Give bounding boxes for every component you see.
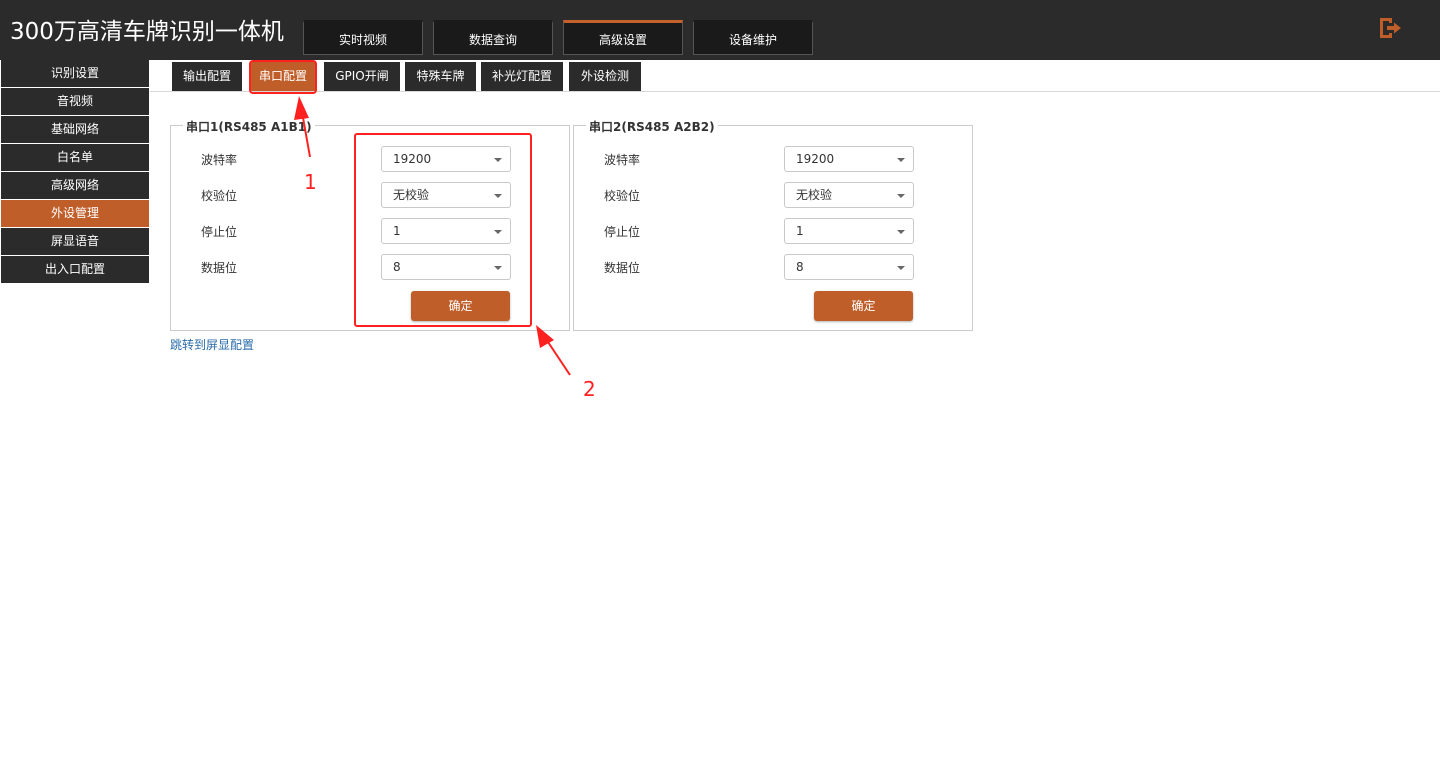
header: 300万高清车牌识别一体机 实时视频 数据查询 高级设置 设备维护	[0, 0, 1440, 60]
sidebar-item-entrance-exit-config[interactable]: 出入口配置	[1, 256, 149, 284]
sidebar-item-basic-network[interactable]: 基础网络	[1, 116, 149, 144]
serial1-baud-label: 波特率	[201, 153, 238, 167]
serial1-parity-select[interactable]: 无校验	[381, 182, 511, 208]
serial2-baud-value: 19200	[796, 152, 835, 166]
serial2-data-value: 8	[796, 260, 804, 274]
chevron-down-icon	[494, 194, 502, 198]
serial2-baud-select[interactable]: 19200	[784, 146, 914, 172]
serial1-title: 串口1(RS485 A1B1)	[183, 118, 315, 135]
serial2-baud-label: 波特率	[604, 153, 641, 167]
serial2-data-select[interactable]: 8	[784, 254, 914, 280]
serial1-parity-value: 无校验	[393, 188, 430, 202]
serial2-parity-value: 无校验	[796, 188, 833, 202]
tab-advanced-settings[interactable]: 高级设置	[563, 20, 683, 55]
jump-to-display-config-link[interactable]: 跳转到屏显配置	[170, 336, 254, 353]
subtab-gpio-gate[interactable]: GPIO开闸	[324, 62, 400, 91]
chevron-down-icon	[897, 158, 905, 162]
sidebar: 识别设置 音视频 基础网络 白名单 高级网络 外设管理 屏显语音 出入口配置	[1, 60, 149, 284]
serial1-parity-label: 校验位	[201, 189, 238, 203]
chevron-down-icon	[494, 158, 502, 162]
serial2-title: 串口2(RS485 A2B2)	[586, 118, 718, 135]
subtab-special-plate[interactable]: 特殊车牌	[405, 62, 476, 91]
sidebar-item-audio-video[interactable]: 音视频	[1, 88, 149, 116]
sidebar-item-display-voice[interactable]: 屏显语音	[1, 228, 149, 256]
serial2-confirm-button[interactable]: 确定	[814, 291, 913, 321]
serial1-baud-value: 19200	[393, 152, 432, 166]
logout-icon[interactable]	[1378, 17, 1402, 39]
serial2-data-label: 数据位	[604, 261, 641, 275]
chevron-down-icon	[494, 266, 502, 270]
annotation-arrow-2	[536, 325, 571, 376]
serial1-stop-label: 停止位	[201, 225, 238, 239]
chevron-down-icon	[494, 230, 502, 234]
subtab-fill-light-config[interactable]: 补光灯配置	[481, 62, 563, 91]
app-title: 300万高清车牌识别一体机	[10, 19, 284, 45]
tab-data-query[interactable]: 数据查询	[433, 20, 553, 55]
serial1-baud-select[interactable]: 19200	[381, 146, 511, 172]
annotation-number-1: 1	[304, 170, 317, 194]
subtab-output-config[interactable]: 输出配置	[172, 62, 242, 91]
tab-device-maintenance[interactable]: 设备维护	[693, 20, 813, 55]
serial1-data-value: 8	[393, 260, 401, 274]
serial2-panel: 串口2(RS485 A2B2) 波特率 19200 校验位 无校验 停止位 1 …	[573, 118, 973, 331]
sidebar-item-peripheral-management[interactable]: 外设管理	[1, 200, 149, 228]
serial2-parity-select[interactable]: 无校验	[784, 182, 914, 208]
serial2-stop-label: 停止位	[604, 225, 641, 239]
chevron-down-icon	[897, 194, 905, 198]
chevron-down-icon	[897, 230, 905, 234]
subtab-peripheral-detection[interactable]: 外设检测	[569, 62, 641, 91]
serial1-data-select[interactable]: 8	[381, 254, 511, 280]
serial2-stop-value: 1	[796, 224, 804, 238]
serial1-data-label: 数据位	[201, 261, 238, 275]
subtab-serial-config[interactable]: 串口配置	[251, 62, 315, 91]
serial1-stop-select[interactable]: 1	[381, 218, 511, 244]
serial1-confirm-button[interactable]: 确定	[411, 291, 510, 321]
chevron-down-icon	[897, 266, 905, 270]
tab-live-video[interactable]: 实时视频	[303, 20, 423, 55]
sidebar-item-recognition-settings[interactable]: 识别设置	[1, 60, 149, 88]
serial2-stop-select[interactable]: 1	[784, 218, 914, 244]
annotation-number-2: 2	[583, 377, 596, 401]
annotation-arrows	[294, 96, 571, 376]
serial1-stop-value: 1	[393, 224, 401, 238]
subtab-divider	[150, 91, 1440, 92]
serial1-panel: 串口1(RS485 A1B1) 波特率 19200 校验位 无校验 停止位 1 …	[170, 118, 570, 331]
sidebar-item-advanced-network[interactable]: 高级网络	[1, 172, 149, 200]
sidebar-item-whitelist[interactable]: 白名单	[1, 144, 149, 172]
serial2-parity-label: 校验位	[604, 189, 641, 203]
